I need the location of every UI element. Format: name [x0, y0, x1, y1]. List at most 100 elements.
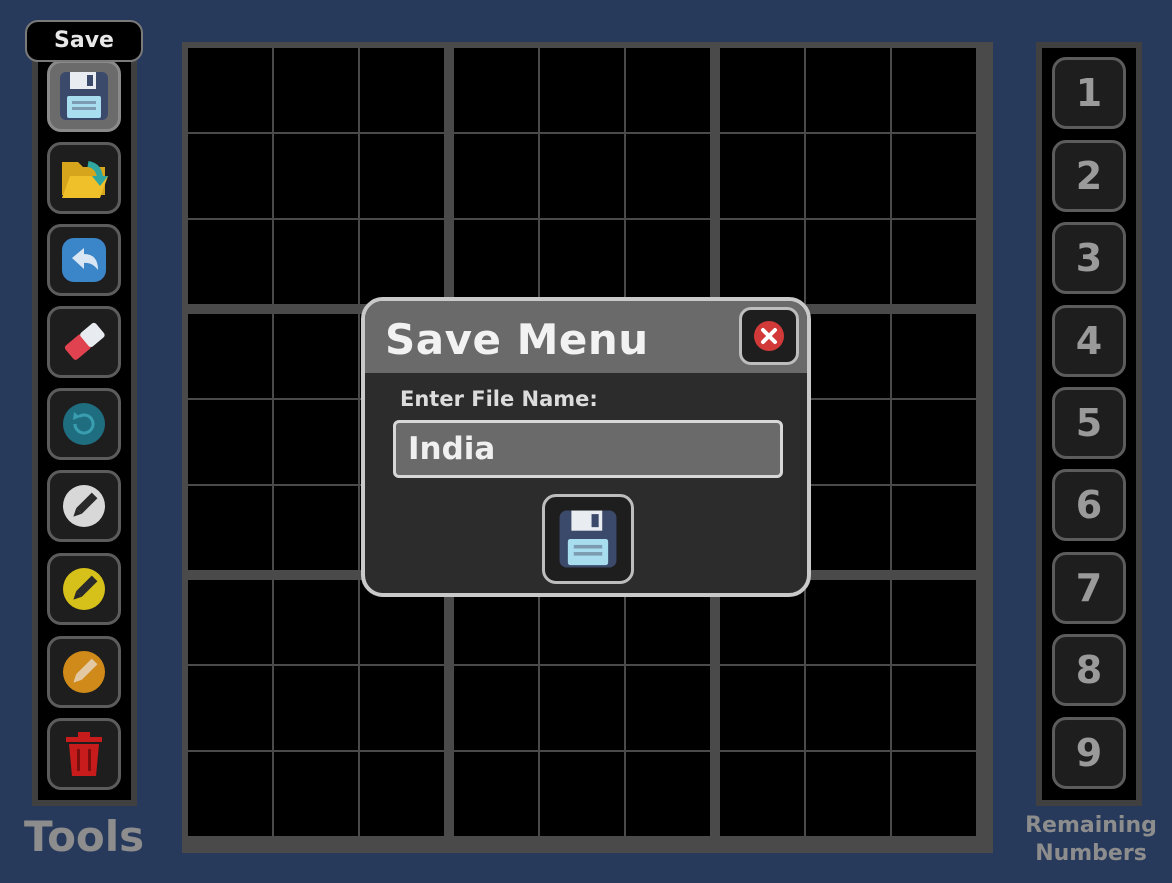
sudoku-cell[interactable] — [806, 314, 890, 398]
sudoku-cell[interactable] — [806, 400, 890, 484]
sudoku-cell[interactable] — [540, 666, 624, 750]
undo-tool-button[interactable] — [47, 224, 121, 296]
close-icon — [754, 321, 784, 351]
remaining-label-line1: Remaining — [1025, 813, 1157, 838]
sudoku-cell[interactable] — [360, 752, 444, 836]
pencil-icon — [63, 568, 105, 610]
sudoku-cell[interactable] — [892, 314, 976, 398]
trash-icon — [66, 732, 102, 776]
sudoku-cell[interactable] — [274, 134, 358, 218]
sudoku-cell[interactable] — [806, 666, 890, 750]
sudoku-cell[interactable] — [892, 752, 976, 836]
sudoku-cell[interactable] — [188, 666, 272, 750]
remaining-numbers-label: Remaining Numbers — [1016, 812, 1166, 868]
load-tool-button[interactable] — [47, 142, 121, 214]
save-tooltip: Save — [25, 20, 143, 62]
eraser-tool-button[interactable] — [47, 306, 121, 378]
sudoku-cell[interactable] — [806, 48, 890, 132]
number-button-2[interactable]: 2 — [1052, 140, 1126, 212]
sudoku-cell[interactable] — [188, 400, 272, 484]
sudoku-cell[interactable] — [454, 134, 538, 218]
sudoku-cell[interactable] — [454, 752, 538, 836]
undo-arrow-icon — [62, 238, 106, 282]
sudoku-cell[interactable] — [274, 580, 358, 664]
sudoku-cell[interactable] — [806, 752, 890, 836]
sudoku-cell[interactable] — [720, 666, 804, 750]
delete-tool-button[interactable] — [47, 718, 121, 790]
sudoku-cell[interactable] — [454, 220, 538, 304]
number-button-9[interactable]: 9 — [1052, 717, 1126, 789]
sudoku-cell[interactable] — [892, 666, 976, 750]
sudoku-cell[interactable] — [360, 220, 444, 304]
sudoku-cell[interactable] — [188, 48, 272, 132]
sudoku-cell[interactable] — [720, 220, 804, 304]
sudoku-cell[interactable] — [626, 666, 710, 750]
close-button[interactable] — [739, 307, 799, 365]
number-button-4[interactable]: 4 — [1052, 305, 1126, 377]
sudoku-cell[interactable] — [188, 486, 272, 570]
sudoku-cell[interactable] — [188, 752, 272, 836]
save-menu-dialog: Save Menu Enter File Name: — [361, 297, 811, 597]
number-button-6[interactable]: 6 — [1052, 469, 1126, 541]
sudoku-cell[interactable] — [892, 220, 976, 304]
save-tool-button[interactable] — [47, 60, 121, 132]
sudoku-cell[interactable] — [806, 580, 890, 664]
sudoku-cell[interactable] — [540, 752, 624, 836]
sudoku-cell[interactable] — [806, 134, 890, 218]
sudoku-cell[interactable] — [540, 220, 624, 304]
sudoku-cell[interactable] — [806, 220, 890, 304]
sudoku-cell[interactable] — [454, 48, 538, 132]
sudoku-cell[interactable] — [626, 752, 710, 836]
sudoku-cell[interactable] — [360, 134, 444, 218]
sudoku-cell[interactable] — [720, 48, 804, 132]
pencil-icon — [63, 485, 105, 527]
sudoku-cell[interactable] — [454, 666, 538, 750]
number-button-8[interactable]: 8 — [1052, 634, 1126, 706]
sudoku-cell[interactable] — [274, 48, 358, 132]
tools-label: Tools — [24, 812, 145, 861]
sudoku-cell[interactable] — [806, 486, 890, 570]
sudoku-cell[interactable] — [274, 666, 358, 750]
number-button-5[interactable]: 5 — [1052, 387, 1126, 459]
sudoku-cell[interactable] — [274, 400, 358, 484]
sudoku-cell[interactable] — [274, 220, 358, 304]
reset-icon — [63, 403, 105, 445]
number-button-7[interactable]: 7 — [1052, 552, 1126, 624]
sudoku-cell[interactable] — [892, 400, 976, 484]
sudoku-cell[interactable] — [626, 48, 710, 132]
sudoku-cell[interactable] — [274, 314, 358, 398]
file-name-input[interactable] — [393, 420, 783, 478]
sudoku-cell[interactable] — [360, 48, 444, 132]
sudoku-cell[interactable] — [892, 134, 976, 218]
dialog-title: Save Menu — [385, 315, 649, 364]
pencil-yellow-tool-button[interactable] — [47, 553, 121, 625]
sudoku-cell[interactable] — [626, 134, 710, 218]
sudoku-cell[interactable] — [540, 48, 624, 132]
dialog-header: Save Menu — [365, 301, 807, 373]
floppy-disk-icon — [559, 510, 617, 568]
eraser-icon — [64, 322, 105, 360]
sudoku-cell[interactable] — [892, 580, 976, 664]
sudoku-cell[interactable] — [626, 220, 710, 304]
number-button-1[interactable]: 1 — [1052, 57, 1126, 129]
sudoku-cell[interactable] — [188, 220, 272, 304]
sudoku-cell[interactable] — [274, 486, 358, 570]
sudoku-cell[interactable] — [188, 580, 272, 664]
confirm-save-button[interactable] — [542, 494, 634, 584]
reset-tool-button[interactable] — [47, 388, 121, 460]
pencil-icon — [63, 651, 105, 693]
file-name-label: Enter File Name: — [400, 387, 598, 411]
sudoku-cell[interactable] — [540, 134, 624, 218]
sudoku-cell[interactable] — [720, 752, 804, 836]
folder-open-icon — [62, 161, 108, 198]
number-button-3[interactable]: 3 — [1052, 222, 1126, 294]
sudoku-cell[interactable] — [188, 314, 272, 398]
sudoku-cell[interactable] — [188, 134, 272, 218]
sudoku-cell[interactable] — [360, 666, 444, 750]
sudoku-cell[interactable] — [720, 134, 804, 218]
pencil-white-tool-button[interactable] — [47, 470, 121, 542]
sudoku-cell[interactable] — [892, 486, 976, 570]
sudoku-cell[interactable] — [892, 48, 976, 132]
sudoku-cell[interactable] — [274, 752, 358, 836]
pencil-orange-tool-button[interactable] — [47, 636, 121, 708]
